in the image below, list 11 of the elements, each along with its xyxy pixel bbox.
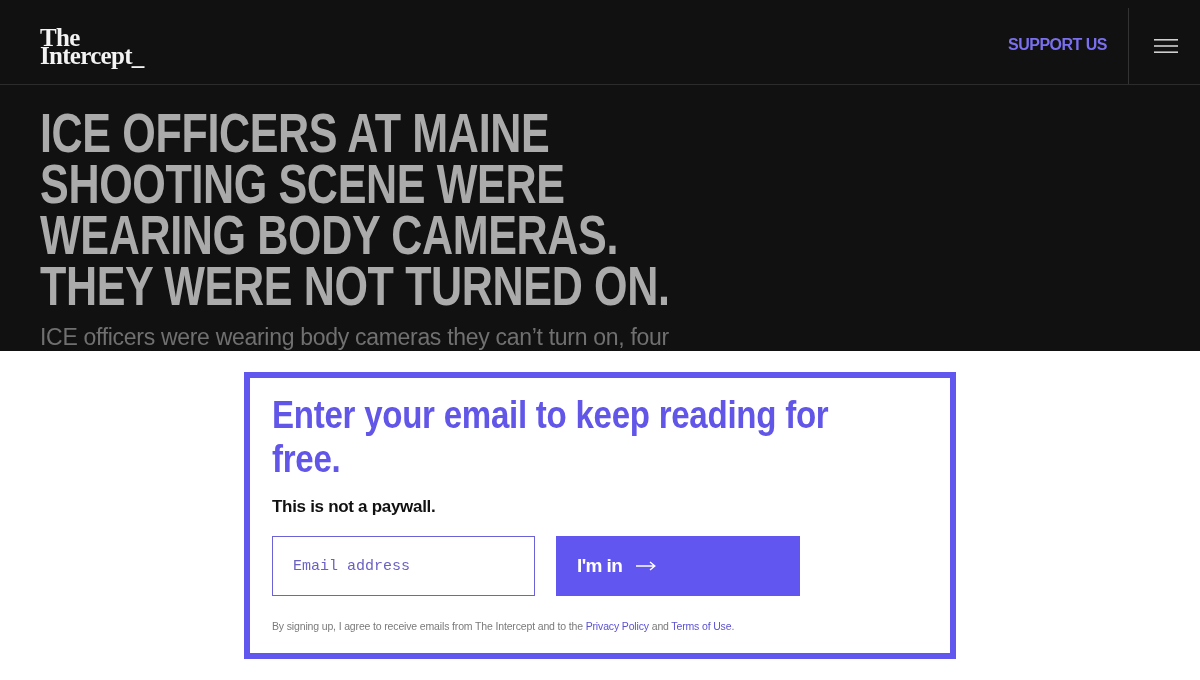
submit-button[interactable]: I'm in: [556, 536, 800, 596]
arrow-icon: [636, 561, 657, 571]
email-field[interactable]: Email address: [272, 536, 535, 596]
signup-heading: Enter your email to keep reading for free.: [272, 393, 830, 481]
legal-notice: By signing up, I agree to receive emails from The Intercept and to the Privacy Policy and Terms of Use.: [272, 619, 735, 633]
policy-link[interactable]: Privacy Policy: [585, 620, 649, 632]
menu-icon: [1153, 39, 1178, 53]
support-link[interactable]: SUPPORT US: [1008, 36, 1107, 54]
article-headline: ICE OFFICERS AT MAINE SHOOTING SCENE WERE WEARING BODY CAMERAS. THEY WERE NOT TURNED ON.: [40, 107, 671, 311]
article-dek: ICE officers were wearing body cameras they can’t turn on, four: [40, 324, 669, 350]
signup-subheading: This is not a paywall.: [272, 496, 436, 518]
